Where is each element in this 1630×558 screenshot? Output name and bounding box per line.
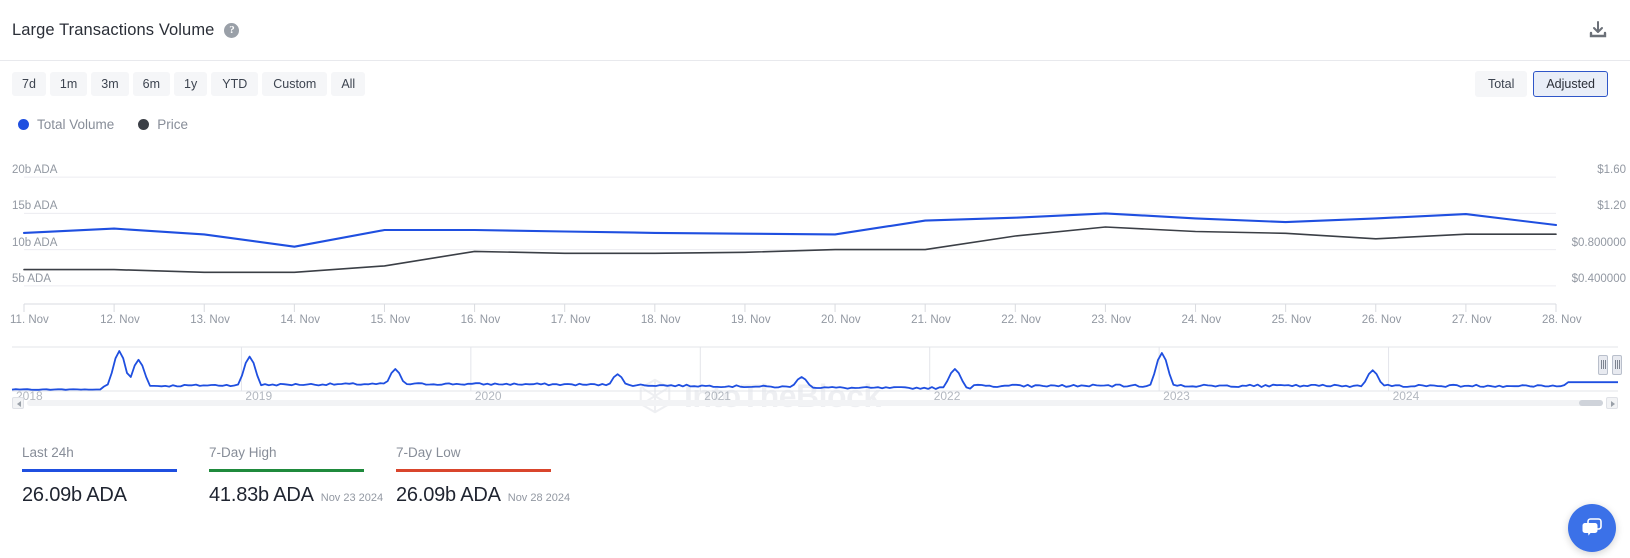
y-axis-right-tick: $1.60 [1597, 164, 1626, 177]
stat-row: 41.83b ADA Nov 23 2024 [209, 484, 396, 507]
x-axis-tick-label: 25. Nov [1271, 314, 1312, 326]
widget-header: Large Transactions Volume ? [0, 0, 1630, 61]
x-axis-tick-label: 23. Nov [1091, 314, 1132, 326]
navigator-scrollbar[interactable] [12, 397, 1618, 409]
x-axis-tick-label: 12. Nov [100, 314, 140, 326]
x-axis-tick-label: 16. Nov [460, 314, 501, 326]
y-axis-right-tick: $1.20 [1597, 200, 1626, 213]
x-axis-tick-label: 27. Nov [1451, 314, 1492, 326]
volume-mode-group: Total Adjusted [1469, 70, 1608, 98]
series-line-total-volume [22, 212, 1558, 248]
stat-value: 26.09b ADA [396, 484, 501, 506]
stat-row: 26.09b ADA [22, 484, 209, 507]
stat-row: 26.09b ADA Nov 28 2024 [396, 484, 583, 507]
navigator-handle-right[interactable] [1612, 355, 1622, 375]
y-axis-right-tick: $0.800000 [1571, 236, 1626, 249]
stat-rule [209, 469, 364, 472]
stat-rule [22, 469, 177, 472]
main-chart[interactable]: IntoTheBlock 5b ADA 10b ADA 15b ADA 20b ADA… [0, 141, 1630, 413]
legend-dot-icon [138, 118, 150, 130]
x-axis-tick-label: 24. Nov [1181, 314, 1222, 326]
x-axis-tick-label: 18. Nov [640, 314, 681, 326]
x-axis-tick-label: 28. Nov [1542, 314, 1582, 326]
time-range-group: 7d 1m 3m 6m 1y YTD Custom All [12, 71, 366, 97]
range-button-ytd[interactable]: YTD [211, 71, 259, 97]
stat-card-last-24h: Last 24h 26.09b ADA [22, 445, 209, 507]
chat-bubble-icon [1582, 518, 1602, 536]
y-axis-right-tick: $0.400000 [1571, 272, 1626, 285]
legend-dot-icon [18, 118, 29, 130]
scrollbar-thumb[interactable] [1579, 400, 1603, 406]
stat-card-7-day-low: 7-Day Low 26.09b ADA Nov 28 2024 [396, 445, 583, 507]
x-axis-tick-label: 15. Nov [370, 314, 411, 326]
legend-label: Price [157, 116, 189, 132]
x-axis-tick-label: 20. Nov [821, 314, 861, 326]
legend-item-total-volume[interactable]: Total Volume [18, 117, 114, 132]
range-button-all[interactable]: All [331, 71, 366, 97]
x-axis-tick-label: 17. Nov [550, 314, 591, 326]
y-axis-left-tick: 15b ADA [12, 200, 58, 213]
stat-rule [396, 469, 551, 472]
chart-legend: Total Volume Price [0, 107, 1630, 141]
scroll-right-arrow-icon[interactable] [1606, 397, 1618, 409]
scroll-left-arrow-icon[interactable] [12, 397, 24, 409]
x-axis-tick-label: 14. Nov [280, 314, 320, 326]
x-axis-tick-label: 13. Nov [190, 314, 230, 326]
x-axis-tick-label: 11. Nov [10, 314, 49, 326]
stat-label: Last 24h [22, 445, 74, 460]
legend-label: Total Volume [37, 116, 115, 132]
range-button-7d[interactable]: 7d [12, 71, 46, 97]
chat-widget-button[interactable] [1568, 504, 1616, 552]
y-axis-left-tick: 20b ADA [12, 164, 58, 177]
stat-date: Nov 28 2024 [507, 492, 571, 504]
question-mark-icon[interactable]: ? [224, 22, 240, 38]
range-button-1m[interactable]: 1m [49, 71, 88, 97]
x-axis-tick-label: 22. Nov [1001, 314, 1041, 326]
x-axis-tick-label: 21. Nov [911, 314, 951, 326]
range-button-3m[interactable]: 3m [91, 71, 129, 97]
stat-date: Nov 23 2024 [320, 492, 384, 504]
large-transactions-volume-widget: Large Transactions Volume ? 7d 1m 3m 6m … [0, 0, 1630, 558]
legend-item-price[interactable]: Price [138, 117, 188, 132]
range-button-custom[interactable]: Custom [262, 71, 328, 97]
navigator-handle-left[interactable] [1598, 355, 1608, 375]
x-axis-tick-label: 19. Nov [730, 314, 771, 326]
stat-label: 7-Day Low [396, 445, 461, 460]
range-button-6m[interactable]: 6m [132, 71, 171, 97]
y-axis-left-tick: 5b ADA [12, 272, 51, 285]
chart-controls: 7d 1m 3m 6m 1y YTD Custom All Total Adju… [0, 61, 1630, 107]
range-button-1y[interactable]: 1y [174, 71, 208, 97]
download-icon[interactable] [1588, 20, 1608, 40]
summary-stats: Last 24h 26.09b ADA 7-Day High 41.83b AD… [0, 411, 1630, 507]
page-title: Large Transactions Volume [12, 20, 215, 39]
stat-value: 26.09b ADA [22, 484, 127, 506]
x-axis-tick-label: 26. Nov [1361, 314, 1402, 326]
chart-navigator[interactable]: 2018 2019 2020 2021 2022 2023 2024 [0, 341, 1630, 411]
chart-plot-area [22, 176, 1558, 312]
toggle-total[interactable]: Total [1474, 70, 1528, 98]
toggle-adjusted[interactable]: Adjusted [1533, 70, 1608, 98]
y-axis-left-tick: 10b ADA [12, 236, 58, 249]
scrollbar-track[interactable] [27, 400, 1603, 406]
stat-label: 7-Day High [209, 445, 277, 460]
stat-card-7-day-high: 7-Day High 41.83b ADA Nov 23 2024 [209, 445, 396, 507]
stat-value: 41.83b ADA [209, 484, 314, 506]
